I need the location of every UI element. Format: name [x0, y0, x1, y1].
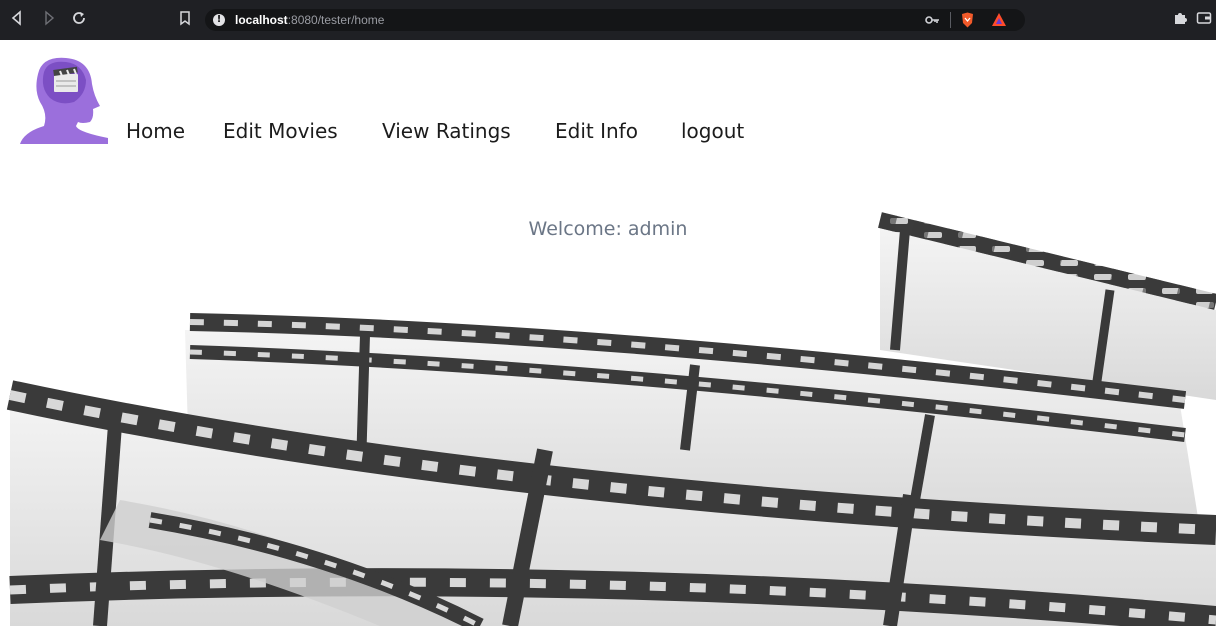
back-icon[interactable]: [8, 9, 26, 27]
wallet-icon[interactable]: [1196, 10, 1212, 26]
key-icon[interactable]: [925, 12, 941, 33]
nav-home[interactable]: Home: [126, 117, 185, 145]
nav-view-ratings[interactable]: View Ratings: [382, 117, 511, 145]
reload-icon[interactable]: [70, 9, 88, 27]
divider: [950, 12, 951, 28]
url-host: localhost: [235, 13, 288, 27]
movie-head-logo[interactable]: [20, 54, 108, 144]
url-path: :8080/tester/home: [287, 13, 385, 27]
puzzle-icon[interactable]: [1172, 10, 1188, 26]
brave-rewards-icon[interactable]: [991, 12, 1007, 28]
nav-logout[interactable]: logout: [681, 117, 744, 145]
brave-shield-icon[interactable]: [960, 12, 975, 28]
info-icon[interactable]: !: [213, 14, 225, 26]
film-reel-image: [6, 212, 1216, 626]
url-text: localhost:8080/tester/home: [235, 12, 384, 28]
forward-icon[interactable]: [40, 9, 58, 27]
browser-toolbar: ! localhost:8080/tester/home: [0, 0, 1216, 40]
nav-edit-info[interactable]: Edit Info: [555, 117, 638, 145]
nav-edit-movies[interactable]: Edit Movies: [223, 117, 338, 145]
address-bar[interactable]: ! localhost:8080/tester/home: [205, 9, 1025, 31]
welcome-message: Welcome: admin: [528, 218, 688, 240]
bookmark-icon[interactable]: [176, 9, 194, 27]
